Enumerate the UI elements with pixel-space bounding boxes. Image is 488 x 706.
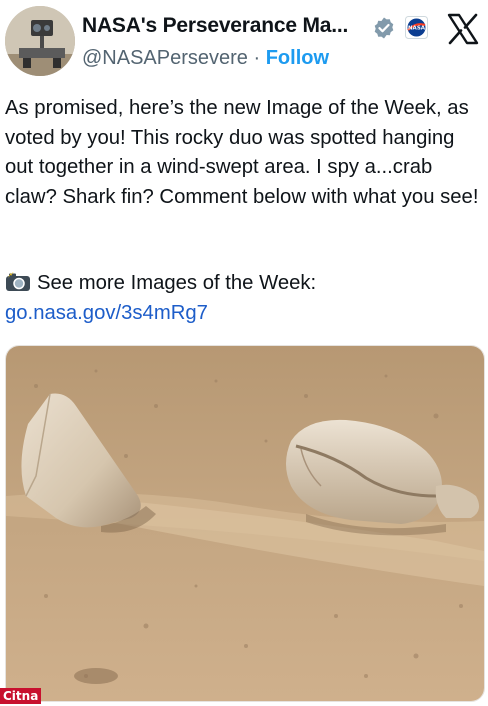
camera-flash-icon [6, 272, 30, 291]
follow-button[interactable]: Follow [266, 47, 329, 69]
x-logo-icon[interactable] [446, 12, 480, 46]
post-text: As promised, here’s the new Image of the… [5, 94, 483, 212]
nasa-affiliate-badge-icon[interactable]: NASA [405, 16, 428, 39]
mars-rocks-photo[interactable] [5, 345, 485, 702]
verified-badge-icon [374, 17, 394, 39]
rover-avatar-icon[interactable] [5, 6, 75, 76]
handle-line: @NASAPersevere · Follow [82, 47, 329, 70]
see-more-text: See more Images of the Week: [37, 272, 317, 294]
post-link[interactable]: go.nasa.gov/3s4mRg7 [5, 302, 208, 324]
post-header: NASA's Perseverance Ma... NASA @NASAPers… [0, 0, 488, 90]
see-more-line: See more Images of the Week: go.nasa.gov… [5, 269, 483, 328]
separator-dot: · [247, 47, 266, 69]
display-name[interactable]: NASA's Perseverance Ma... [82, 14, 348, 38]
handle[interactable]: @NASAPersevere [82, 47, 248, 69]
post-body: As promised, here’s the new Image of the… [5, 97, 479, 208]
watermark-logo: Citna [0, 688, 42, 704]
svg-text:NASA: NASA [408, 26, 426, 32]
